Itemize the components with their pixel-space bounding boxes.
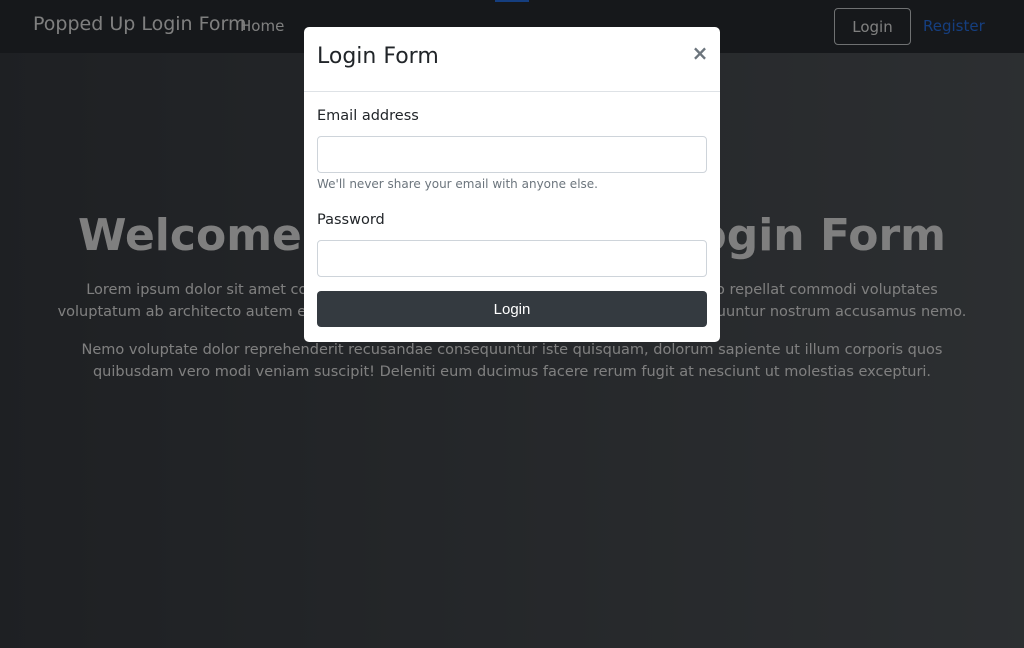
email-help-text: We'll never share your email with anyone… [317,177,598,191]
email-label: Email address [317,108,419,124]
email-field[interactable] [317,136,707,173]
modal-title: Login Form [317,44,439,69]
close-icon[interactable]: × [690,41,710,65]
page: Popped Up Login Form Home Login Register… [0,0,1024,648]
password-field[interactable] [317,240,707,277]
login-modal: Login Form × Email address We'll never s… [304,27,720,342]
modal-header: Login Form × [304,27,720,92]
password-label: Password [317,212,385,228]
login-submit-button[interactable]: Login [317,291,707,327]
